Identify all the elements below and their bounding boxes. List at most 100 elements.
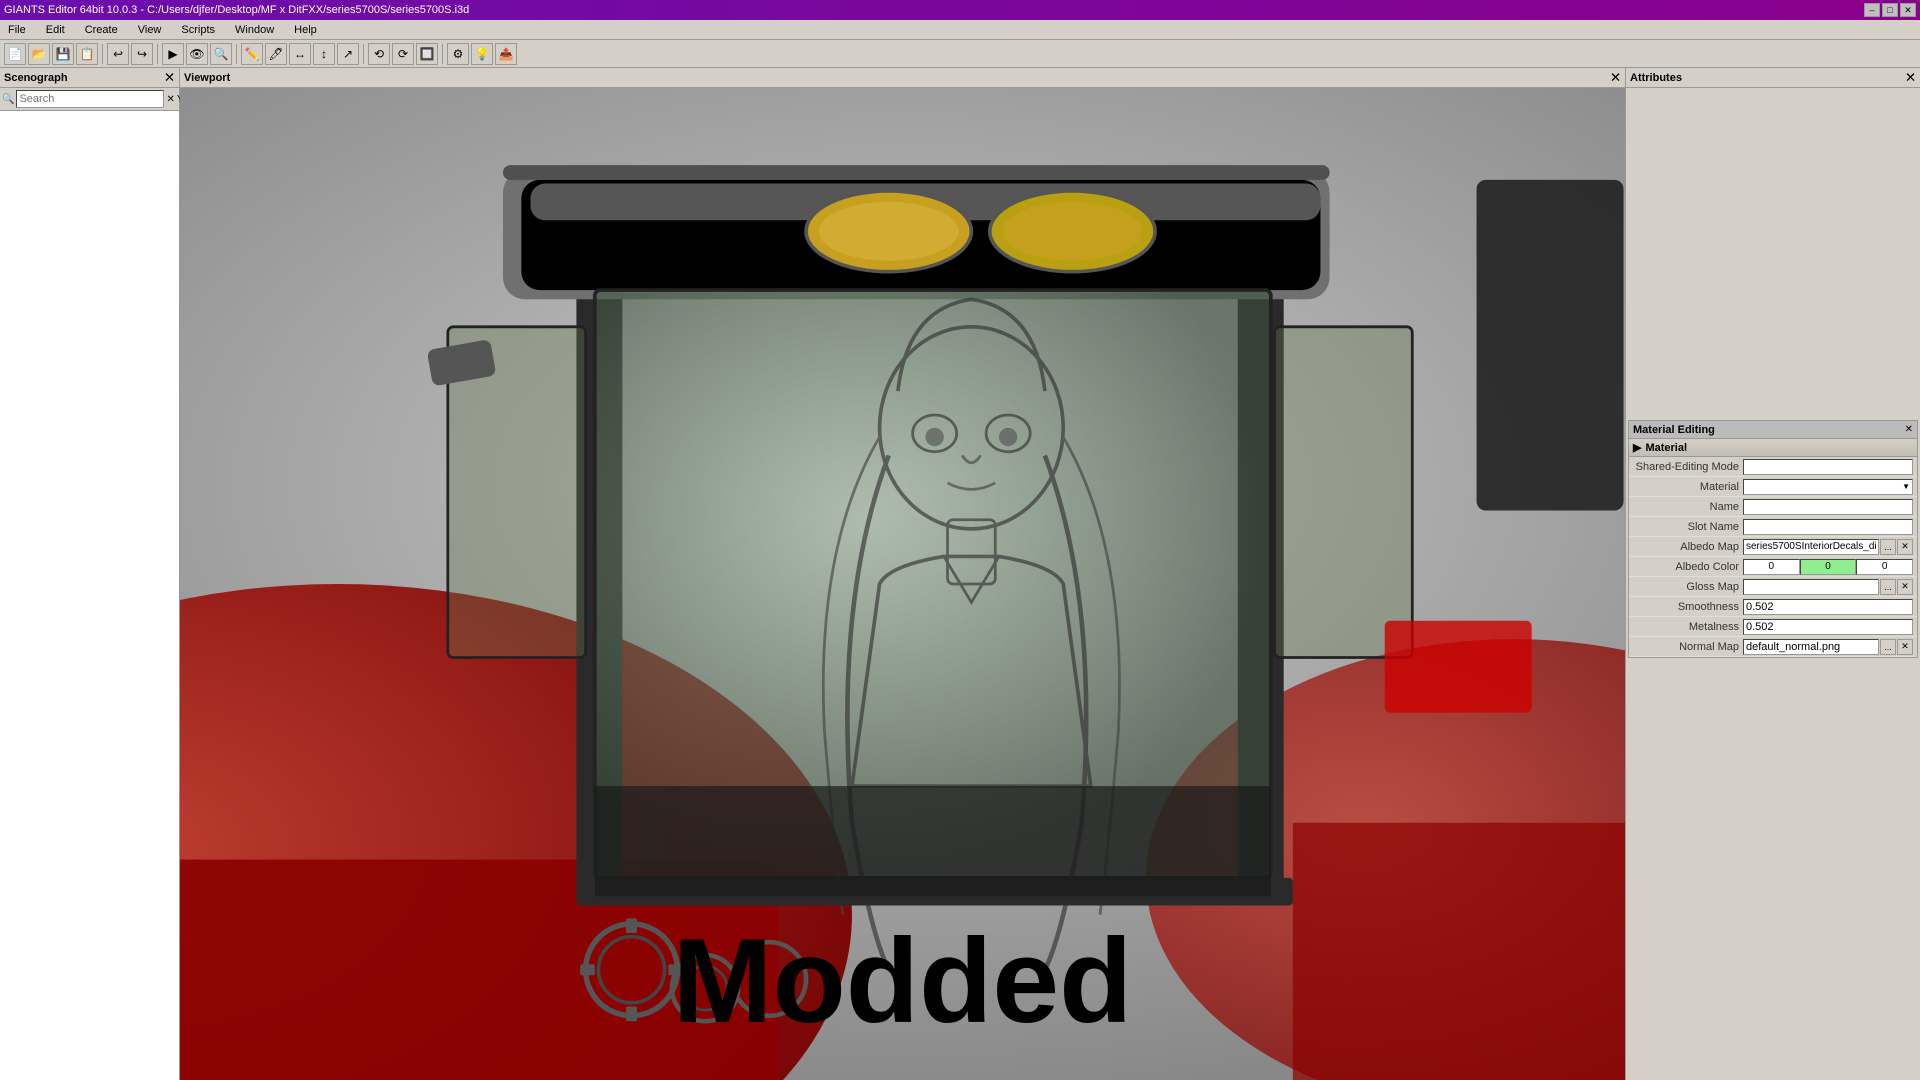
gloss-map-browse-button[interactable]: ... xyxy=(1880,579,1896,595)
albedo-color-b[interactable]: 0 xyxy=(1856,559,1913,575)
albedo-color-g[interactable]: 0 xyxy=(1800,559,1857,575)
clear-search-icon[interactable]: ✕ xyxy=(166,91,174,107)
material-editing-panel: Material Editing ✕ ▶ Material Shared-Edi… xyxy=(1628,420,1918,658)
toolbar-rotate[interactable]: ↕ xyxy=(313,43,335,65)
slot-name-row: Slot Name xyxy=(1629,517,1917,537)
menu-view[interactable]: View xyxy=(134,22,166,38)
viewport-3d-scene: Modded xyxy=(180,88,1625,1080)
slot-name-input[interactable] xyxy=(1746,520,1910,534)
search-input[interactable] xyxy=(16,90,164,108)
material-section-toggle[interactable]: ▶ Material xyxy=(1629,439,1917,457)
normal-map-browse-button[interactable]: ... xyxy=(1880,639,1896,655)
toolbar-save-as[interactable]: 📋 xyxy=(76,43,98,65)
gloss-map-clear-button[interactable]: ✕ xyxy=(1897,579,1913,595)
menu-window[interactable]: Window xyxy=(231,22,278,38)
title-bar-buttons: – □ ✕ xyxy=(1864,3,1916,17)
menu-scripts[interactable]: Scripts xyxy=(177,22,219,38)
metalness-row: Metalness xyxy=(1629,617,1917,637)
toolbar-redo[interactable]: ↪ xyxy=(131,43,153,65)
menu-bar: File Edit Create View Scripts Window Hel… xyxy=(0,20,1920,40)
minimize-button[interactable]: – xyxy=(1864,3,1880,17)
toolbar-play[interactable]: ▶ xyxy=(162,43,184,65)
scenograph-panel: Scenograph ✕ 🔍 ✕ Y xyxy=(0,68,180,1080)
scenograph-tree[interactable] xyxy=(0,111,179,1080)
shared-editing-mode-value[interactable] xyxy=(1743,459,1913,475)
toolbar-undo[interactable]: ↩ xyxy=(107,43,129,65)
smoothness-input[interactable] xyxy=(1746,600,1910,614)
smoothness-row: Smoothness xyxy=(1629,597,1917,617)
attributes-content: Material Editing ✕ ▶ Material Shared-Edi… xyxy=(1626,88,1920,1080)
search-icon: 🔍 xyxy=(2,94,14,105)
name-input[interactable] xyxy=(1746,500,1910,514)
title-bar: GIANTS Editor 64bit 10.0.3 - C:/Users/dj… xyxy=(0,0,1920,20)
toolbar-paint[interactable]: 🖊 xyxy=(265,43,287,65)
menu-edit[interactable]: Edit xyxy=(42,22,69,38)
smoothness-value[interactable] xyxy=(1743,599,1913,615)
albedo-map-row: Albedo Map ... ✕ xyxy=(1629,537,1917,557)
material-dropdown-arrow[interactable]: ▼ xyxy=(1902,482,1910,491)
normal-map-label: Normal Map xyxy=(1633,641,1743,653)
toolbar-light[interactable]: 💡 xyxy=(471,43,493,65)
toolbar-new[interactable]: 📄 xyxy=(4,43,26,65)
attributes-close-button[interactable]: ✕ xyxy=(1905,70,1916,86)
material-editing-close-button[interactable]: ✕ xyxy=(1905,424,1913,435)
viewport-close-button[interactable]: ✕ xyxy=(1610,70,1621,86)
material-editing-title: Material Editing xyxy=(1633,424,1715,436)
attributes-header: Attributes ✕ xyxy=(1626,68,1920,88)
shared-editing-mode-input[interactable] xyxy=(1746,460,1910,474)
slot-name-value[interactable] xyxy=(1743,519,1913,535)
toolbar-refresh[interactable]: ⟳ xyxy=(392,43,414,65)
viewport-panel: Viewport ✕ xyxy=(180,68,1625,1080)
toolbar-reset[interactable]: ⟲ xyxy=(368,43,390,65)
title-text: GIANTS Editor 64bit 10.0.3 - C:/Users/dj… xyxy=(4,4,469,16)
tractor-svg xyxy=(180,88,1625,1080)
menu-file[interactable]: File xyxy=(4,22,30,38)
toolbar-grid[interactable]: 🔲 xyxy=(416,43,438,65)
toolbar-open[interactable]: 📂 xyxy=(28,43,50,65)
toolbar-visibility[interactable]: 👁 xyxy=(186,43,208,65)
albedo-map-clear-button[interactable]: ✕ xyxy=(1897,539,1913,555)
toolbar-save[interactable]: 💾 xyxy=(52,43,74,65)
normal-map-clear-button[interactable]: ✕ xyxy=(1897,639,1913,655)
toolbar-sep-2 xyxy=(157,44,158,64)
metalness-value[interactable] xyxy=(1743,619,1913,635)
toolbar-sep-3 xyxy=(236,44,237,64)
albedo-map-browse-button[interactable]: ... xyxy=(1880,539,1896,555)
gloss-map-row: Gloss Map ... ✕ xyxy=(1629,577,1917,597)
material-row: Material ▼ xyxy=(1629,477,1917,497)
material-section-arrow: ▶ xyxy=(1633,441,1641,454)
toolbar-settings[interactable]: ⚙ xyxy=(447,43,469,65)
toolbar-scale[interactable]: ↗ xyxy=(337,43,359,65)
menu-help[interactable]: Help xyxy=(290,22,321,38)
material-dropdown[interactable]: ▼ xyxy=(1743,479,1913,495)
shared-editing-mode-row: Shared-Editing Mode xyxy=(1629,457,1917,477)
main-area: Scenograph ✕ 🔍 ✕ Y Viewport ✕ xyxy=(0,68,1920,1080)
gloss-map-input[interactable] xyxy=(1746,580,1876,594)
menu-create[interactable]: Create xyxy=(81,22,122,38)
toolbar: 📄 📂 💾 📋 ↩ ↪ ▶ 👁 🔍 ✏️ 🖊 ↔ ↕ ↗ ⟲ ⟳ 🔲 ⚙ 💡 📤 xyxy=(0,40,1920,68)
close-window-button[interactable]: ✕ xyxy=(1900,3,1916,17)
toolbar-sep-1 xyxy=(102,44,103,64)
name-value[interactable] xyxy=(1743,499,1913,515)
normal-map-value[interactable] xyxy=(1743,639,1879,655)
name-label: Name xyxy=(1633,501,1743,513)
albedo-color-label: Albedo Color xyxy=(1633,561,1743,573)
albedo-map-label: Albedo Map xyxy=(1633,541,1743,553)
toolbar-zoom[interactable]: 🔍 xyxy=(210,43,232,65)
toolbar-sep-4 xyxy=(363,44,364,64)
viewport-content[interactable]: Modded xyxy=(180,88,1625,1080)
metalness-input[interactable] xyxy=(1746,620,1910,634)
toolbar-select[interactable]: ✏️ xyxy=(241,43,263,65)
toolbar-export[interactable]: 📤 xyxy=(495,43,517,65)
normal-map-input[interactable] xyxy=(1746,640,1876,654)
albedo-map-value[interactable] xyxy=(1743,539,1879,555)
maximize-button[interactable]: □ xyxy=(1882,3,1898,17)
scenograph-close-button[interactable]: ✕ xyxy=(164,70,175,86)
albedo-color-r[interactable]: 0 xyxy=(1743,559,1800,575)
toolbar-sep-5 xyxy=(442,44,443,64)
gloss-map-value[interactable] xyxy=(1743,579,1879,595)
material-label: Material xyxy=(1633,481,1743,493)
viewport-title: Viewport xyxy=(184,72,230,84)
albedo-map-input[interactable] xyxy=(1746,540,1876,554)
toolbar-move[interactable]: ↔ xyxy=(289,43,311,65)
